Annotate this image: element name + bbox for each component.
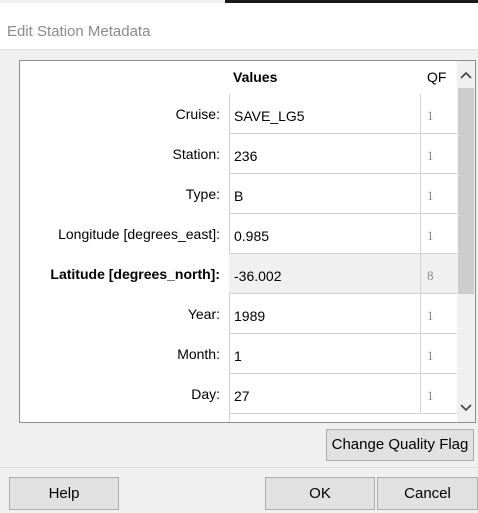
row-label: Year:	[187, 306, 220, 322]
values-column-header[interactable]: Values	[233, 69, 277, 85]
qf-cell[interactable]: 1	[420, 334, 457, 374]
value-cell[interactable]: 236	[229, 134, 420, 174]
title-bar: Edit Station Metadata	[0, 3, 478, 49]
row-label: Cruise:	[175, 106, 220, 122]
qf-cell[interactable]: 1	[420, 94, 457, 134]
row-label: Longitude [degrees_east]:	[58, 226, 220, 242]
value-cell[interactable]: 1	[229, 334, 420, 374]
table-row: Month: 1 1	[20, 334, 457, 374]
row-label: Month:	[177, 346, 220, 362]
qf-cell[interactable]: 1	[420, 374, 457, 414]
window-title: Edit Station Metadata	[7, 23, 151, 40]
row-label: Day:	[191, 386, 220, 402]
row-label: Station:	[172, 146, 220, 162]
qf-cell[interactable]: 1	[420, 134, 457, 174]
help-button[interactable]: Help	[9, 477, 119, 510]
ok-button[interactable]: OK	[265, 477, 375, 510]
qf-cell[interactable]: 1	[420, 174, 457, 214]
table-row: Day: 27 1	[20, 374, 457, 414]
table-row: Cruise: SAVE_LG5 1	[20, 94, 457, 134]
value-cell[interactable]: SAVE_LG5	[229, 94, 420, 134]
table-row: Type: B 1	[20, 174, 457, 214]
value-cell[interactable]: 1989	[229, 294, 420, 334]
qf-cell[interactable]: 8	[420, 254, 457, 294]
value-cell[interactable]: -36.002	[229, 254, 420, 294]
button-bar-divider	[0, 467, 478, 468]
cancel-button[interactable]: Cancel	[377, 477, 478, 510]
value-cell[interactable]: 27	[229, 374, 420, 414]
qf-cell[interactable]: 1	[420, 294, 457, 334]
row-label: Type:	[185, 186, 220, 202]
table-row-selected: Latitude [degrees_north]: -36.002 8	[20, 254, 457, 294]
chevron-down-icon[interactable]	[457, 399, 475, 417]
table-row: Longitude [degrees_east]: 0.985 1	[20, 214, 457, 254]
value-cell[interactable]: 0.985	[229, 214, 420, 254]
table-header: Values QF	[20, 61, 457, 94]
row-label: Latitude [degrees_north]:	[50, 266, 220, 282]
title-divider	[0, 49, 478, 50]
qf-cell[interactable]: 1	[420, 214, 457, 254]
value-cell[interactable]: B	[229, 174, 420, 214]
table-row: Year: 1989 1	[20, 294, 457, 334]
metadata-table: Values QF Cruise: SAVE_LG5 1 Station: 23…	[19, 60, 476, 423]
qf-column-header[interactable]: QF	[427, 69, 446, 85]
chevron-up-icon[interactable]	[457, 66, 475, 84]
change-quality-flag-button[interactable]: Change Quality Flag	[326, 429, 474, 461]
scrollbar-thumb[interactable]	[458, 88, 474, 294]
vertical-scrollbar[interactable]	[457, 61, 475, 422]
table-row: Station: 236 1	[20, 134, 457, 174]
